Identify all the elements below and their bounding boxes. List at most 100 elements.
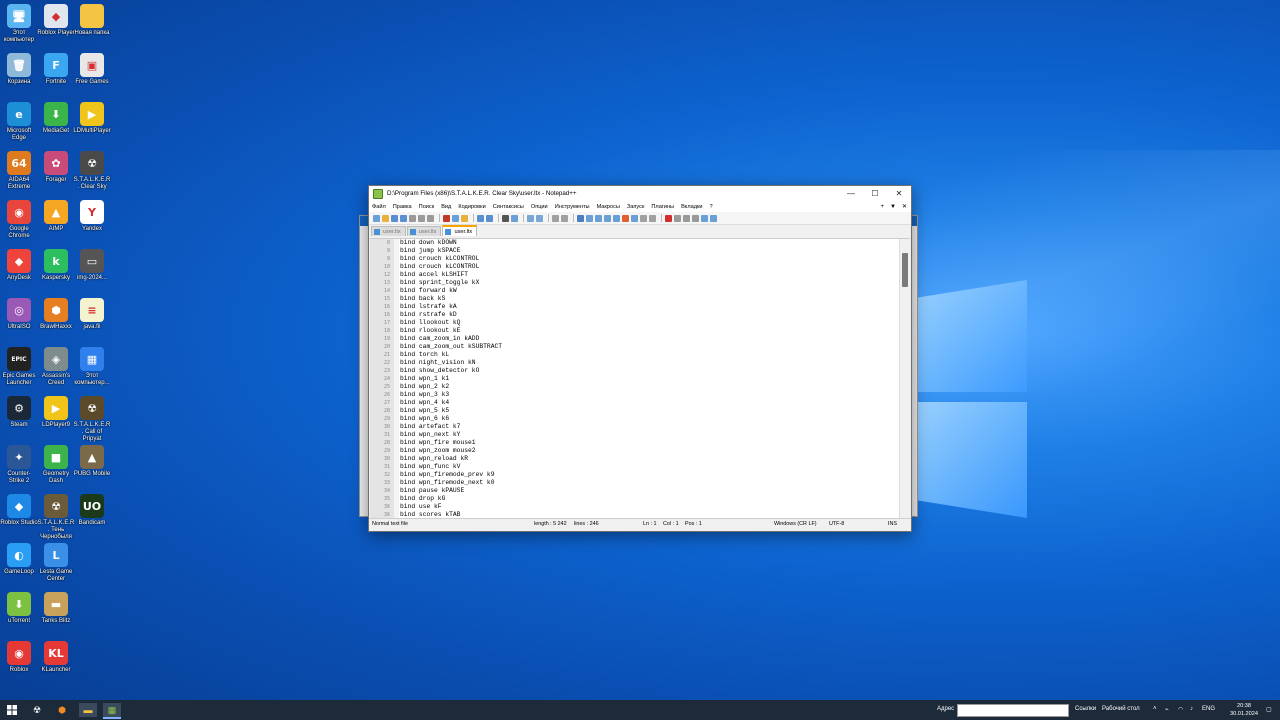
desktop-shortcut[interactable]: ▣ Free Games bbox=[73, 53, 111, 86]
tray-volume-icon[interactable]: ♪ bbox=[1190, 706, 1193, 712]
menu-item[interactable]: ? bbox=[710, 204, 713, 210]
desktop-shortcut[interactable]: ◉ Roblox bbox=[0, 641, 38, 674]
toolbar-button-icon[interactable] bbox=[409, 214, 416, 222]
language-indicator[interactable]: ENG bbox=[1202, 706, 1215, 712]
menu-item[interactable]: Опции bbox=[531, 204, 548, 210]
toolbar-button-icon[interactable] bbox=[613, 214, 620, 222]
taskbar-notepadpp-icon[interactable]: ▦ bbox=[103, 703, 121, 719]
maximize-button[interactable]: ☐ bbox=[863, 186, 887, 201]
desktop-shortcut[interactable]: ◉ Google Chrome bbox=[0, 200, 38, 240]
code-line[interactable]: 18 bind rlookout kE bbox=[370, 327, 900, 335]
menu-item[interactable]: Правка bbox=[393, 204, 412, 210]
desktop-shortcut[interactable]: e Microsoft Edge bbox=[0, 102, 38, 142]
taskbar-explorer-icon[interactable]: ▬ bbox=[79, 703, 97, 717]
desktop-shortcut[interactable]: KL KLauncher bbox=[37, 641, 75, 674]
menu-item[interactable]: Синтаксисы bbox=[493, 204, 524, 210]
desktop-shortcut[interactable]: 🖥 Этот компьютер bbox=[0, 4, 38, 44]
desktop-shortcut[interactable]: ◈ Assassin's Creed bbox=[37, 347, 75, 387]
code-line[interactable]: 16 bind rstrafe kD bbox=[370, 311, 900, 319]
code-line[interactable]: 30 bind artefact k7 bbox=[370, 423, 900, 431]
desktop-shortcut[interactable]: ◐ GameLoop bbox=[0, 543, 38, 576]
desktop-shortcut[interactable]: UO Bandicam bbox=[73, 494, 111, 527]
code-line[interactable]: 27 bind wpn_4 k4 bbox=[370, 399, 900, 407]
desktop-shortcut[interactable]: ⬇ uTorrent bbox=[0, 592, 38, 625]
toolbar-button-icon[interactable] bbox=[577, 214, 584, 222]
title-bar[interactable]: D:\Program Files (x86)\S.T.A.L.K.E.R. Cl… bbox=[369, 186, 911, 201]
desktop-shortcut[interactable]: ☢ S.T.A.L.K.E.R. Тень Чернобыля bbox=[37, 494, 75, 541]
menu-item[interactable]: Поиск bbox=[419, 204, 435, 210]
code-line[interactable]: 21 bind torch kL bbox=[370, 351, 900, 359]
desktop-shortcut[interactable]: ⬇ MediaGet bbox=[37, 102, 75, 135]
code-line[interactable]: 9 bind jump kSPACE bbox=[370, 247, 900, 255]
desktop-shortcut[interactable]: ◆ AnyDesk bbox=[0, 249, 38, 282]
toolbar-button-icon[interactable] bbox=[391, 214, 398, 222]
menu-item[interactable]: Вид bbox=[441, 204, 451, 210]
code-line[interactable]: 12 bind accel kLSHIFT bbox=[370, 271, 900, 279]
code-line[interactable]: 9 bind crouch kLCONTROL bbox=[370, 255, 900, 263]
code-line[interactable]: 33 bind wpn_firemode_next k0 bbox=[370, 479, 900, 487]
code-line[interactable]: 19 bind cam_zoom_in kADD bbox=[370, 335, 900, 343]
vertical-scrollbar[interactable] bbox=[899, 239, 910, 519]
desktop-shortcut[interactable]: ▶ LDPlayer9 bbox=[37, 396, 75, 429]
code-line[interactable]: 14 bind forward kW bbox=[370, 287, 900, 295]
desktop-toolbar-label[interactable]: Рабочий стол bbox=[1102, 706, 1140, 712]
clock[interactable]: 20:38 30.01.2024 bbox=[1228, 702, 1260, 718]
desktop-shortcut[interactable]: Y Yandex bbox=[73, 200, 111, 233]
toolbar-button-icon[interactable] bbox=[595, 214, 602, 222]
code-line[interactable]: 17 bind llookout kQ bbox=[370, 319, 900, 327]
desktop-shortcut[interactable]: ▬ Tanks Blitz bbox=[37, 592, 75, 625]
code-line[interactable]: 30 bind wpn_reload kR bbox=[370, 455, 900, 463]
desktop-shortcut[interactable]: ☢ S.T.A.L.K.E.R. Clear Sky bbox=[73, 151, 111, 191]
desktop-shortcut[interactable]: ✿ Forager bbox=[37, 151, 75, 184]
desktop-shortcut[interactable]: F Fortnite bbox=[37, 53, 75, 86]
menu-item[interactable]: Макросы bbox=[597, 204, 620, 210]
code-line[interactable]: 24 bind wpn_1 k1 bbox=[370, 375, 900, 383]
toolbar-button-icon[interactable] bbox=[382, 214, 389, 222]
menu-right-control[interactable]: ▼ bbox=[890, 204, 896, 210]
desktop-shortcut[interactable]: ▲ AIMP bbox=[37, 200, 75, 233]
toolbar-button-icon[interactable] bbox=[552, 214, 559, 222]
start-button[interactable] bbox=[5, 703, 19, 717]
menu-item[interactable]: Кодировки bbox=[458, 204, 485, 210]
toolbar-button-icon[interactable] bbox=[640, 214, 647, 222]
code-line[interactable]: 22 bind night_vision kN bbox=[370, 359, 900, 367]
toolbar-button-icon[interactable] bbox=[536, 214, 543, 222]
desktop-shortcut[interactable]: ▶ LDMultiPlayer bbox=[73, 102, 111, 135]
toolbar-button-icon[interactable] bbox=[586, 214, 593, 222]
desktop-shortcut[interactable]: ≡ java.fil bbox=[73, 298, 111, 331]
code-line[interactable]: 31 bind wpn_func kV bbox=[370, 463, 900, 471]
close-button[interactable]: ✕ bbox=[887, 186, 911, 201]
toolbar-button-icon[interactable] bbox=[511, 214, 518, 222]
address-input[interactable] bbox=[957, 704, 1069, 717]
file-tab[interactable]: user.ltx bbox=[371, 226, 406, 236]
menu-right-control[interactable]: ✕ bbox=[902, 203, 907, 210]
desktop-shortcut[interactable]: ▭ img-2024... bbox=[73, 249, 111, 282]
minimize-button[interactable]: — bbox=[839, 186, 863, 201]
toolbar-button-icon[interactable] bbox=[604, 214, 611, 222]
code-line[interactable]: 25 bind wpn_2 k2 bbox=[370, 383, 900, 391]
code-line[interactable]: 10 bind crouch kLCONTROL bbox=[370, 263, 900, 271]
toolbar-button-icon[interactable] bbox=[622, 214, 629, 222]
toolbar-button-icon[interactable] bbox=[649, 214, 656, 222]
code-line[interactable]: 15 bind back kS bbox=[370, 295, 900, 303]
code-line[interactable]: 29 bind wpn_6 k6 bbox=[370, 415, 900, 423]
toolbar-button-icon[interactable] bbox=[631, 214, 638, 222]
toolbar-button-icon[interactable] bbox=[710, 214, 717, 222]
menu-item[interactable]: Вкладки bbox=[681, 204, 702, 210]
notifications-icon[interactable]: ▢ bbox=[1266, 706, 1272, 713]
desktop-shortcut[interactable]: ▲ PUBG Mobile bbox=[73, 445, 111, 478]
code-line[interactable]: 16 bind lstrafe kA bbox=[370, 303, 900, 311]
toolbar-button-icon[interactable] bbox=[692, 214, 699, 222]
toolbar-button-icon[interactable] bbox=[527, 214, 534, 222]
code-line[interactable]: 35 bind drop kG bbox=[370, 495, 900, 503]
desktop-shortcut[interactable]: L Lesta Game Center bbox=[37, 543, 75, 583]
toolbar-button-icon[interactable] bbox=[418, 214, 425, 222]
toolbar-button-icon[interactable] bbox=[683, 214, 690, 222]
scrollbar-thumb[interactable] bbox=[902, 253, 908, 287]
desktop-shortcut[interactable]: EPIC Epic Games Launcher bbox=[0, 347, 38, 387]
desktop-shortcut[interactable]: ■ Geometry Dash bbox=[37, 445, 75, 485]
code-line[interactable]: 31 bind wpn_next kY bbox=[370, 431, 900, 439]
toolbar-button-icon[interactable] bbox=[502, 214, 509, 222]
desktop-shortcut[interactable]: k Kaspersky bbox=[37, 249, 75, 282]
code-line[interactable]: 13 bind sprint_toggle kX bbox=[370, 279, 900, 287]
